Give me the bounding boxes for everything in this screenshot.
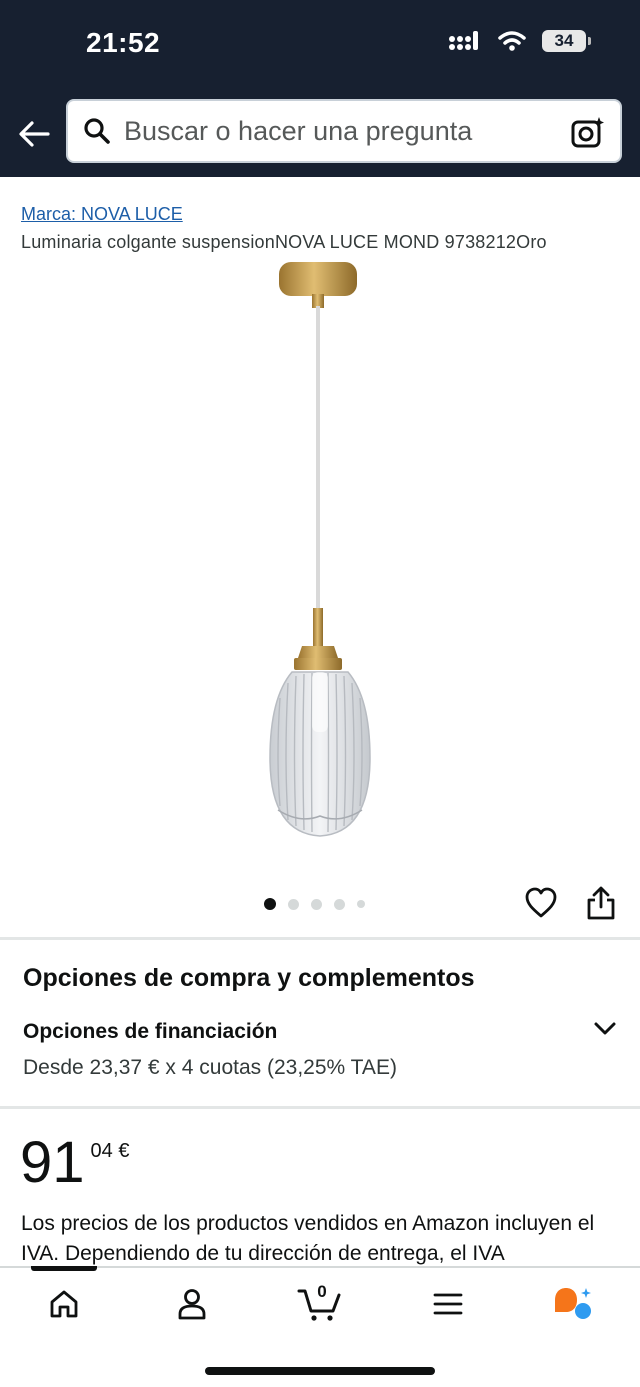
carousel-dot[interactable] <box>288 898 299 910</box>
financing-options-title[interactable]: Opciones de financiación <box>23 1020 277 1044</box>
price: 91 04 € <box>20 1130 129 1196</box>
brand-link[interactable]: Marca: NOVA LUCE <box>21 204 183 225</box>
nav-menu[interactable] <box>420 1284 476 1324</box>
share-icon[interactable] <box>584 885 618 921</box>
account-icon <box>178 1289 206 1320</box>
section-divider <box>0 1106 640 1109</box>
search-bar[interactable] <box>66 99 622 163</box>
cart-count: 0 <box>317 1282 327 1301</box>
active-tab-indicator <box>31 1266 97 1271</box>
home-icon <box>50 1290 78 1318</box>
bottom-nav: 0 <box>0 1266 640 1387</box>
back-arrow-icon <box>19 121 50 147</box>
search-icon <box>82 116 112 146</box>
status-time: 21:52 <box>86 27 161 58</box>
camera-search-icon[interactable] <box>570 115 606 151</box>
price-fraction: 04 € <box>90 1140 130 1162</box>
carousel-dot[interactable] <box>357 900 365 908</box>
battery-icon: 34 <box>542 30 591 52</box>
product-image[interactable] <box>260 258 380 848</box>
heart-icon[interactable] <box>523 885 559 921</box>
header: 21:52 34 <box>0 0 640 177</box>
rufus-assistant-icon <box>555 1288 591 1319</box>
price-whole: 91 <box>20 1130 85 1195</box>
nav-cart[interactable]: 0 <box>292 1282 348 1324</box>
carousel-dot[interactable] <box>334 898 345 910</box>
nav-home[interactable] <box>36 1284 92 1324</box>
home-indicator <box>205 1367 435 1375</box>
nav-assistant[interactable] <box>546 1284 602 1324</box>
product-title: Luminaria colgante suspensionNOVA LUCE M… <box>21 232 547 252</box>
purchase-options-heading: Opciones de compra y complementos <box>23 964 475 992</box>
carousel-dot[interactable] <box>311 898 322 910</box>
carousel-dot[interactable] <box>264 898 276 910</box>
back-button[interactable] <box>14 114 54 154</box>
menu-icon <box>433 1293 463 1315</box>
status-icons: 34 <box>448 30 591 52</box>
nav-account[interactable] <box>164 1284 220 1324</box>
section-divider <box>0 937 640 940</box>
vat-notice: Los precios de los productos vendidos en… <box>21 1212 595 1265</box>
cellular-signal-icon <box>449 31 478 50</box>
search-input[interactable] <box>124 115 544 147</box>
wifi-icon <box>498 31 526 51</box>
chevron-down-icon[interactable] <box>592 1018 618 1040</box>
image-carousel-indicator[interactable] <box>264 898 365 910</box>
financing-options-description: Desde 23,37 € x 4 cuotas (23,25% TAE) <box>23 1056 397 1079</box>
